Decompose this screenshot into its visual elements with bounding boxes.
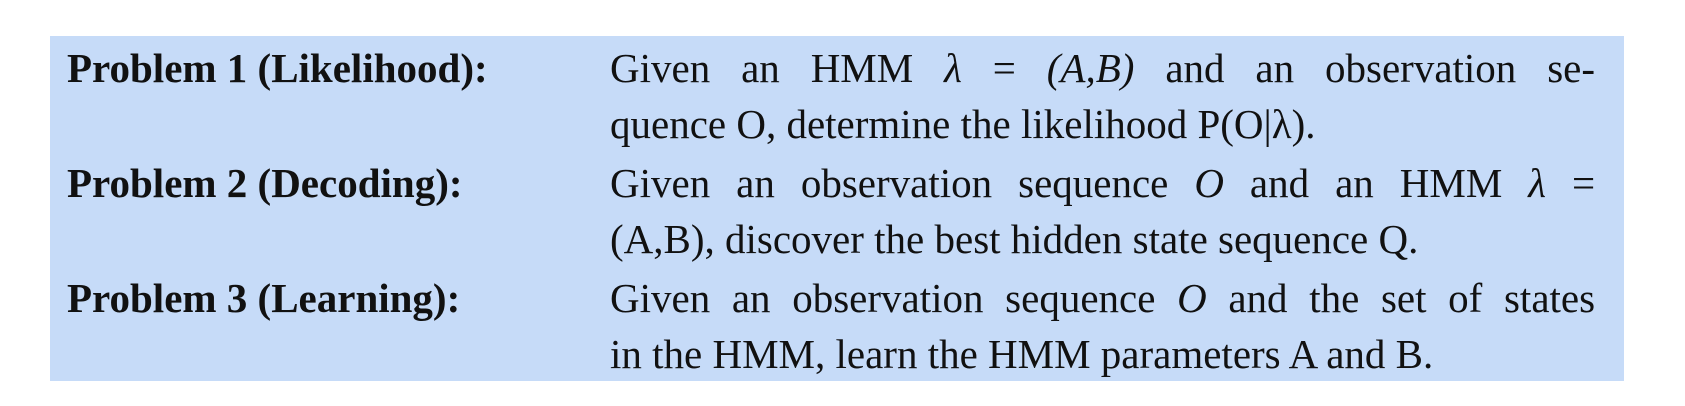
o-symbol: O — [1177, 275, 1207, 321]
problem-1-description: Given an HMM λ = (A,B) and an observatio… — [610, 40, 1595, 152]
problem-2-row: Problem 2 (Decoding): Given an observati… — [50, 151, 1624, 266]
problem-3-description: Given an observation sequence O and the … — [610, 270, 1595, 382]
lambda-symbol: λ — [1528, 160, 1547, 206]
problem-3-row: Problem 3 (Learning): Given an observati… — [50, 266, 1624, 381]
problem-3-line-1: Given an observation sequence O and the … — [610, 275, 1596, 321]
problem-2-line-1: Given an observation sequence O and an H… — [610, 160, 1596, 206]
problem-1-label: Problem 1 (Likelihood): — [67, 45, 488, 91]
problem-1-row: Problem 1 (Likelihood): Given an HMM λ =… — [50, 36, 1624, 151]
problem-1-line-2: quence O, determine the likelihood P(O|λ… — [610, 101, 1316, 147]
o-symbol: O — [1194, 160, 1224, 206]
lambda-symbol: λ — [944, 45, 962, 91]
ab-tuple: (A,B) — [1046, 45, 1135, 91]
problem-1-line-1: Given an HMM λ = (A,B) and an observatio… — [610, 45, 1596, 91]
problem-2-description: Given an observation sequence O and an H… — [610, 155, 1595, 267]
problem-3-line-2: in the HMM, learn the HMM parameters A a… — [610, 331, 1434, 377]
hmm-problems-box: Problem 1 (Likelihood): Given an HMM λ =… — [50, 36, 1624, 381]
problem-2-label: Problem 2 (Decoding): — [67, 160, 463, 206]
problem-2-line-2: (A,B), discover the best hidden state se… — [610, 216, 1419, 262]
problem-3-label: Problem 3 (Learning): — [67, 275, 461, 321]
